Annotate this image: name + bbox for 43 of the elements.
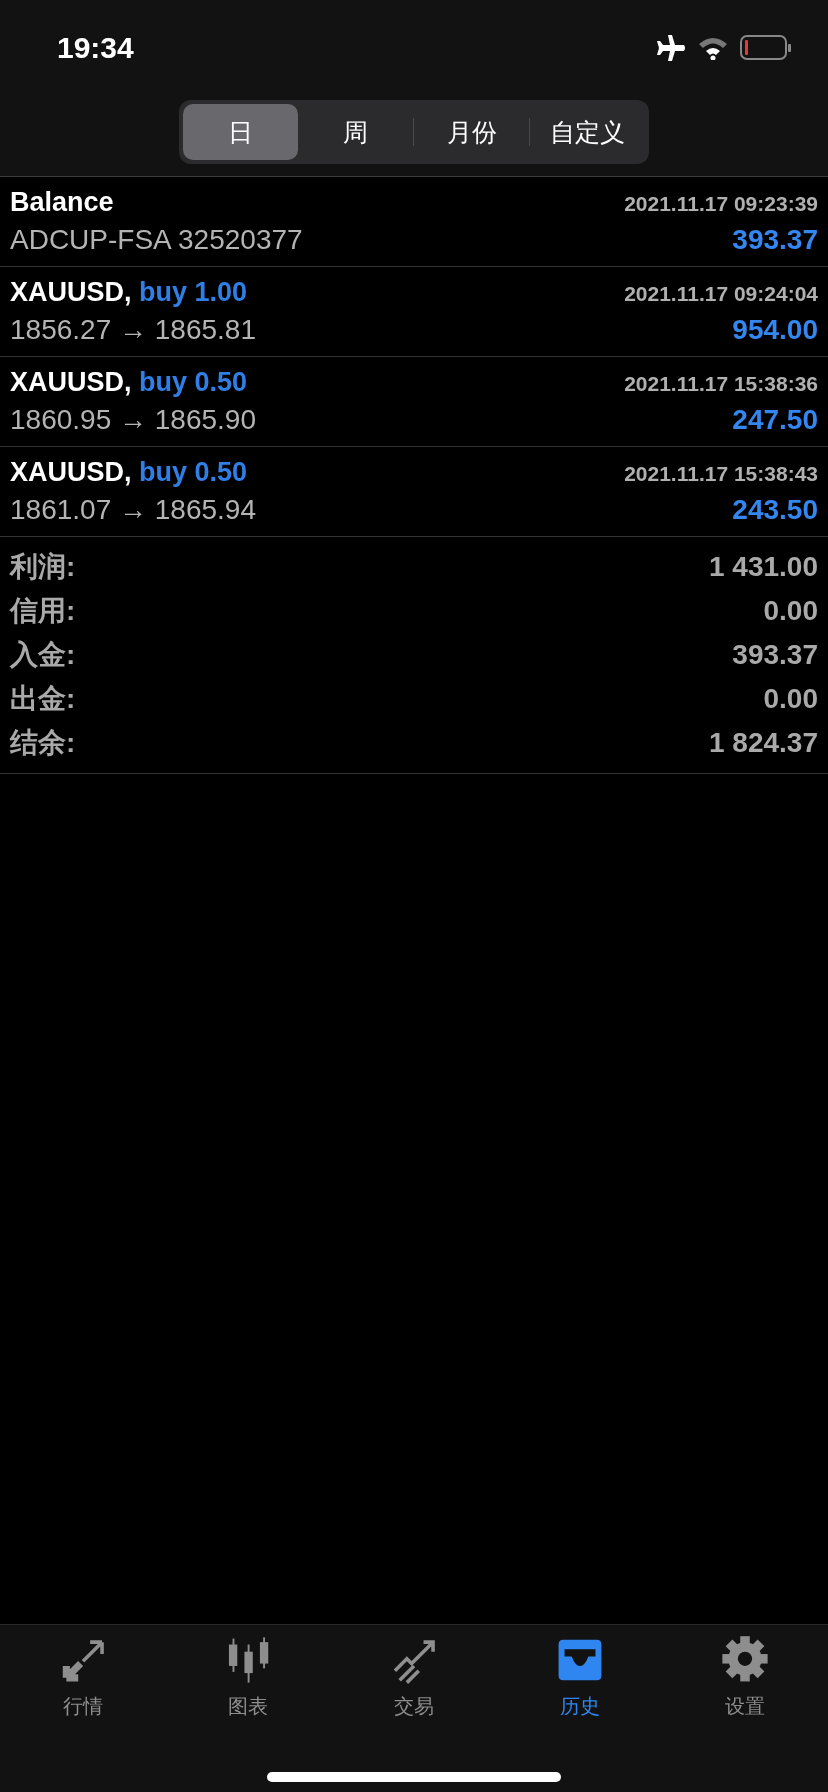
deal-time: 2021.11.17 15:38:36 bbox=[624, 372, 818, 396]
battery-icon bbox=[740, 35, 792, 61]
summary-label: 出金: bbox=[10, 682, 76, 716]
summary-label: 入金: bbox=[10, 638, 76, 672]
deal-amount: 393.37 bbox=[732, 224, 818, 256]
deal-time: 2021.11.17 09:23:39 bbox=[624, 192, 818, 216]
summary-label: 信用: bbox=[10, 594, 76, 628]
deal-detail: 1861.07 → 1865.94 bbox=[10, 494, 256, 526]
deal-time: 2021.11.17 09:24:04 bbox=[624, 282, 818, 306]
period-tab[interactable]: 日 bbox=[183, 104, 298, 160]
deal-row[interactable]: XAUUSD, buy 0.50 2021.11.17 15:38:36 1860.95 → 1865.90 247.50 bbox=[0, 357, 828, 447]
deal-detail: 1856.27 → 1865.81 bbox=[10, 314, 256, 346]
wifi-icon bbox=[698, 36, 728, 60]
summary-label: 利润: bbox=[10, 550, 76, 584]
summary-value: 0.00 bbox=[763, 683, 818, 715]
summary-label: 结余: bbox=[10, 726, 76, 760]
deal-row[interactable]: XAUUSD, buy 1.00 2021.11.17 09:24:04 1856.27 → 1865.81 954.00 bbox=[0, 267, 828, 357]
deal-title: XAUUSD, buy 0.50 bbox=[10, 367, 248, 398]
summary-value: 1 824.37 bbox=[709, 727, 818, 759]
tab-bar-item[interactable]: 历史 bbox=[496, 1635, 663, 1720]
deal-title: XAUUSD, buy 1.00 bbox=[10, 277, 248, 308]
tab-bar-item[interactable]: 交易 bbox=[331, 1635, 497, 1720]
deal-time: 2021.11.17 15:38:43 bbox=[624, 462, 818, 486]
deal-detail: 1860.95 → 1865.90 bbox=[10, 404, 256, 436]
period-tab[interactable]: 月份 bbox=[414, 104, 529, 160]
summary-value: 0.00 bbox=[763, 595, 818, 627]
deal-row[interactable]: Balance 2021.11.17 09:23:39 ADCUP-FSA 32520377 393.37 bbox=[0, 177, 828, 267]
tab-bar-item[interactable]: 行情 bbox=[0, 1635, 166, 1720]
period-tab[interactable]: 周 bbox=[298, 104, 413, 160]
deal-row[interactable]: XAUUSD, buy 0.50 2021.11.17 15:38:43 1861.07 → 1865.94 243.50 bbox=[0, 447, 828, 537]
deal-title: Balance bbox=[10, 187, 114, 218]
deal-detail: ADCUP-FSA 32520377 bbox=[10, 224, 303, 256]
deal-amount: 247.50 bbox=[732, 404, 818, 436]
summary-value: 393.37 bbox=[732, 639, 818, 671]
period-tab[interactable]: 自定义 bbox=[530, 104, 645, 160]
airplane-icon bbox=[656, 35, 686, 61]
deal-amount: 954.00 bbox=[732, 314, 818, 346]
tab-bar-item[interactable]: 图表 bbox=[165, 1635, 332, 1720]
deal-amount: 243.50 bbox=[732, 494, 818, 526]
status-time: 19:34 bbox=[57, 31, 134, 65]
deal-title: XAUUSD, buy 0.50 bbox=[10, 457, 248, 488]
summary-value: 1 431.00 bbox=[709, 551, 818, 583]
tab-bar-item[interactable]: 设置 bbox=[662, 1635, 828, 1720]
